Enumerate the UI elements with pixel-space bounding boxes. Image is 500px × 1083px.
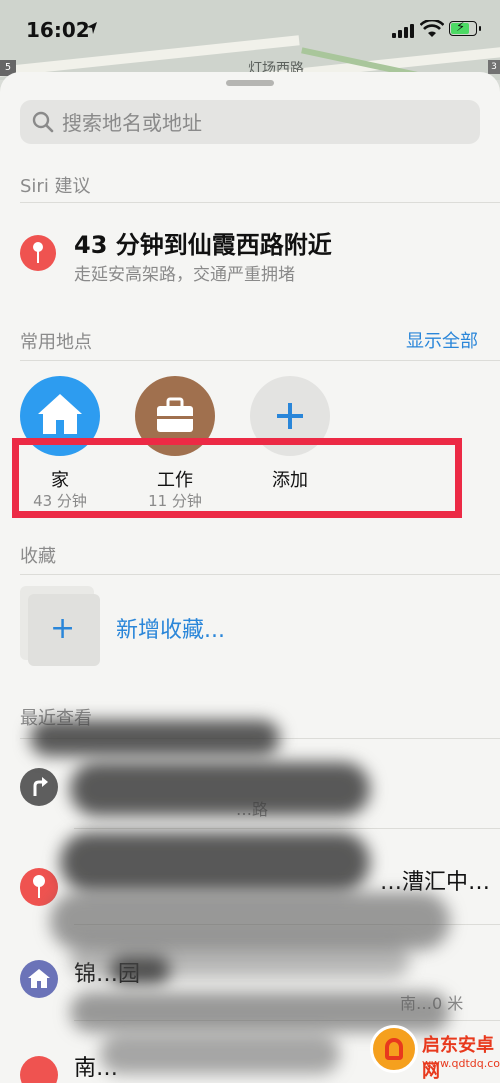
- collections-header: 收藏: [20, 546, 56, 567]
- pin-icon: [20, 1056, 58, 1083]
- siri-suggestions-header: Siri 建议: [20, 176, 91, 197]
- divider: [20, 202, 500, 203]
- divider: [74, 828, 500, 829]
- redaction-smudge: [100, 1034, 340, 1074]
- annotation-highlight-box: [12, 438, 462, 518]
- search-sheet[interactable]: Siri 建议 43 分钟到仙霞西路附近 走延安高架路，交通严重拥堵 常用地点 …: [0, 72, 500, 1083]
- watermark-logo: [370, 1025, 418, 1073]
- redaction-smudge: [110, 956, 170, 984]
- siri-suggestion-title: 43 分钟到仙霞西路附近: [74, 231, 332, 259]
- redaction-smudge: [60, 832, 370, 892]
- new-collection-label: 新增收藏...: [116, 618, 225, 643]
- plus-icon: +: [50, 611, 76, 646]
- watermark: 启东安卓网 www.qdtdq.com: [370, 1025, 500, 1082]
- search-input[interactable]: [60, 100, 464, 146]
- siri-suggestion-subtitle: 走延安高架路，交通严重拥堵: [74, 265, 295, 285]
- status-bar: 16:02 ⚡: [0, 0, 500, 60]
- favorites-header: 常用地点: [20, 332, 92, 353]
- wifi-icon: [420, 20, 444, 37]
- show-all-button[interactable]: 显示全部: [406, 327, 478, 353]
- divider: [20, 360, 500, 361]
- directions-icon: [20, 768, 58, 806]
- redaction-smudge: [30, 720, 280, 756]
- map-route-badge: 3: [488, 60, 500, 74]
- pin-icon: [20, 235, 56, 271]
- divider: [20, 574, 500, 575]
- cellular-signal-icon: [392, 22, 418, 38]
- search-bar[interactable]: [20, 100, 480, 146]
- search-icon: [32, 111, 54, 133]
- location-arrow-icon: [87, 22, 97, 34]
- watermark-url: www.qdtdq.com: [422, 1057, 500, 1070]
- redaction-smudge: [70, 762, 370, 816]
- battery-icon: ⚡: [449, 20, 481, 36]
- pin-icon: [20, 868, 58, 906]
- sheet-grabber[interactable]: [226, 80, 274, 86]
- residence-icon: [20, 960, 58, 998]
- status-time: 16:02: [26, 18, 90, 42]
